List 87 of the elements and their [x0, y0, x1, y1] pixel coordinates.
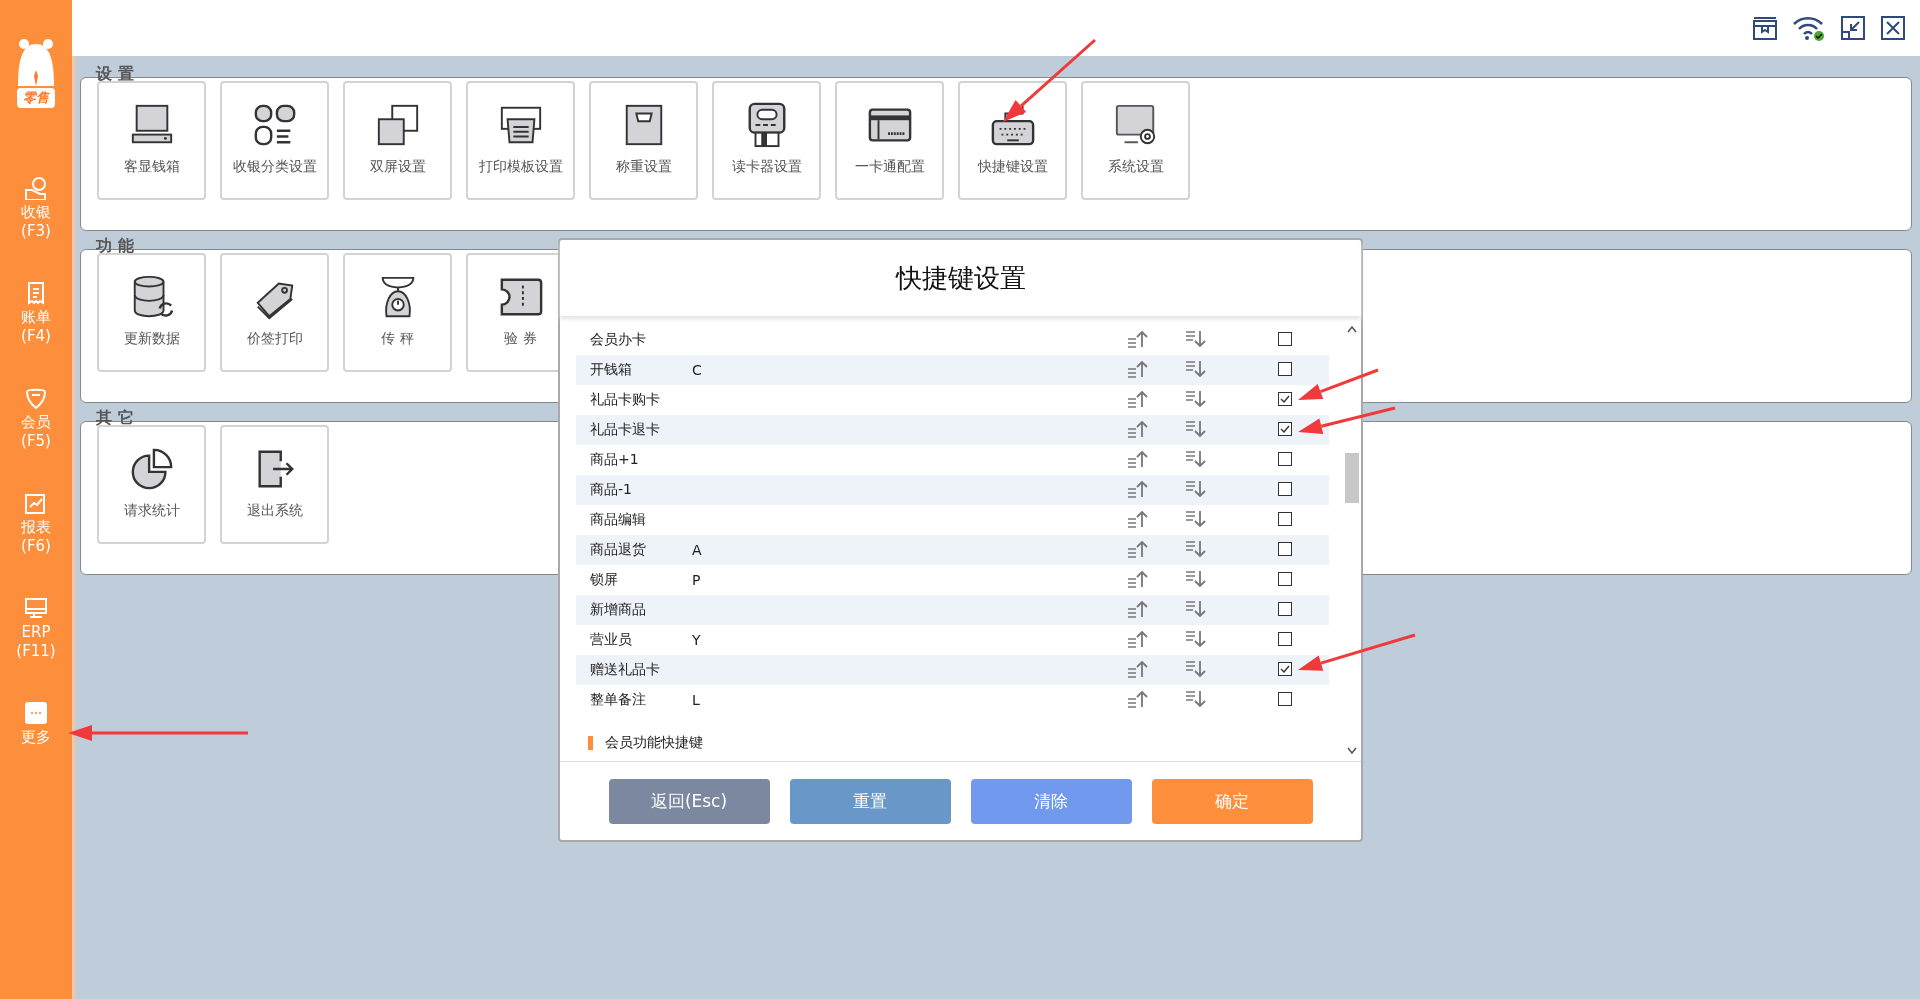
group-header: 会员功能快捷键 — [605, 734, 703, 752]
wifi-icon[interactable] — [1792, 15, 1826, 41]
chart-icon — [24, 491, 48, 515]
move-down-icon[interactable] — [1185, 419, 1207, 438]
checkbox[interactable] — [1278, 661, 1292, 676]
move-up-icon[interactable] — [1127, 359, 1149, 378]
checkbox[interactable] — [1278, 571, 1292, 586]
dialog-button[interactable]: 返回(Esc) — [608, 778, 770, 824]
minimize-icon[interactable] — [1840, 15, 1866, 41]
shortcut-name: 礼品卡购卡 — [590, 391, 661, 409]
checkbox[interactable] — [1278, 391, 1292, 406]
settings-tile[interactable]: 称重设置 — [589, 81, 698, 200]
checkbox[interactable] — [1278, 331, 1292, 346]
settings-tile[interactable]: 读卡器设置 — [712, 81, 821, 200]
checkbox[interactable] — [1278, 421, 1292, 436]
shortcut-name: 礼品卡退卡 — [590, 421, 661, 439]
shortcut-key: A — [692, 542, 1117, 558]
move-down-icon[interactable] — [1185, 389, 1207, 408]
shortcut-name: 锁屏 — [590, 571, 619, 589]
shortcut-key: L — [692, 692, 1117, 708]
settings-tile[interactable]: 打印模板设置 — [466, 81, 575, 200]
shortcut-name: 商品-1 — [590, 481, 633, 499]
settings-tile[interactable]: 传 秤 — [343, 253, 452, 372]
box-icon[interactable] — [1752, 15, 1778, 41]
checkbox[interactable] — [1278, 481, 1292, 496]
shortcut-key: Y — [692, 632, 1117, 648]
move-up-icon[interactable] — [1127, 659, 1149, 678]
move-down-icon[interactable] — [1185, 449, 1207, 468]
checkbox[interactable] — [1278, 451, 1292, 466]
settings-tile[interactable]: 快捷键设置 — [958, 81, 1067, 200]
move-up-icon[interactable] — [1127, 689, 1149, 708]
shortcut-name: 商品退货 — [590, 541, 647, 559]
move-up-icon[interactable] — [1127, 569, 1149, 588]
shortcut-name: 开钱箱 — [590, 361, 633, 379]
shortcut-name: 营业员 — [590, 631, 633, 649]
shortcut-name: 赠送礼品卡 — [590, 661, 661, 679]
shortcut-name: 商品编辑 — [590, 511, 647, 529]
settings-tile[interactable]: 客显钱箱 — [97, 81, 206, 200]
checkbox[interactable] — [1278, 511, 1292, 526]
move-down-icon[interactable] — [1185, 689, 1207, 708]
settings-tile[interactable]: 双屏设置 — [343, 81, 452, 200]
move-down-icon[interactable] — [1185, 479, 1207, 498]
settings-tile[interactable]: 请求统计 — [97, 425, 206, 544]
move-down-icon[interactable] — [1185, 629, 1207, 648]
move-up-icon[interactable] — [1127, 389, 1149, 408]
shortcut-key: C — [692, 362, 1117, 378]
close-icon[interactable] — [1880, 15, 1906, 41]
checkbox[interactable] — [1278, 691, 1292, 706]
move-up-icon[interactable] — [1127, 509, 1149, 528]
move-up-icon[interactable] — [1127, 479, 1149, 498]
settings-tile[interactable]: 系统设置 — [1081, 81, 1190, 200]
move-up-icon[interactable] — [1127, 629, 1149, 648]
settings-tile[interactable]: 收银分类设置 — [220, 81, 329, 200]
shortcut-name: 新增商品 — [590, 601, 647, 619]
scroll-up-icon — [1347, 325, 1358, 333]
shortcut-name: 会员办卡 — [590, 331, 647, 349]
move-up-icon[interactable] — [1127, 599, 1149, 618]
settings-tile[interactable]: 更新数据 — [97, 253, 206, 372]
shortcut-name: 整单备注 — [590, 691, 647, 709]
monitor-icon — [24, 596, 48, 620]
move-down-icon[interactable] — [1185, 359, 1207, 378]
settings-tile[interactable]: 退出系统 — [220, 425, 329, 544]
move-up-icon[interactable] — [1127, 449, 1149, 468]
move-down-icon[interactable] — [1185, 329, 1207, 348]
more-icon — [24, 701, 48, 725]
logo-text: 零售 — [17, 88, 55, 108]
move-down-icon[interactable] — [1185, 569, 1207, 588]
shortcut-name: 商品+1 — [590, 451, 640, 469]
move-up-icon[interactable] — [1127, 329, 1149, 348]
shortcut-key: P — [692, 572, 1117, 588]
dialog-title: 快捷键设置 — [895, 261, 1026, 295]
checkbox[interactable] — [1278, 361, 1292, 376]
move-down-icon[interactable] — [1185, 539, 1207, 558]
checkbox[interactable] — [1278, 601, 1292, 616]
scrollbar-thumb[interactable] — [1345, 453, 1360, 503]
move-down-icon[interactable] — [1185, 599, 1207, 618]
accent-bar — [588, 736, 593, 750]
scroll-down-icon — [1347, 747, 1358, 755]
move-down-icon[interactable] — [1185, 659, 1207, 678]
settings-tile[interactable]: 一卡通配置 — [835, 81, 944, 200]
move-down-icon[interactable] — [1185, 509, 1207, 528]
checkbox[interactable] — [1278, 631, 1292, 646]
checkbox[interactable] — [1278, 541, 1292, 556]
shield-icon — [24, 386, 48, 410]
move-up-icon[interactable] — [1127, 419, 1149, 438]
move-up-icon[interactable] — [1127, 539, 1149, 558]
settings-tile[interactable]: 价签打印 — [220, 253, 329, 372]
